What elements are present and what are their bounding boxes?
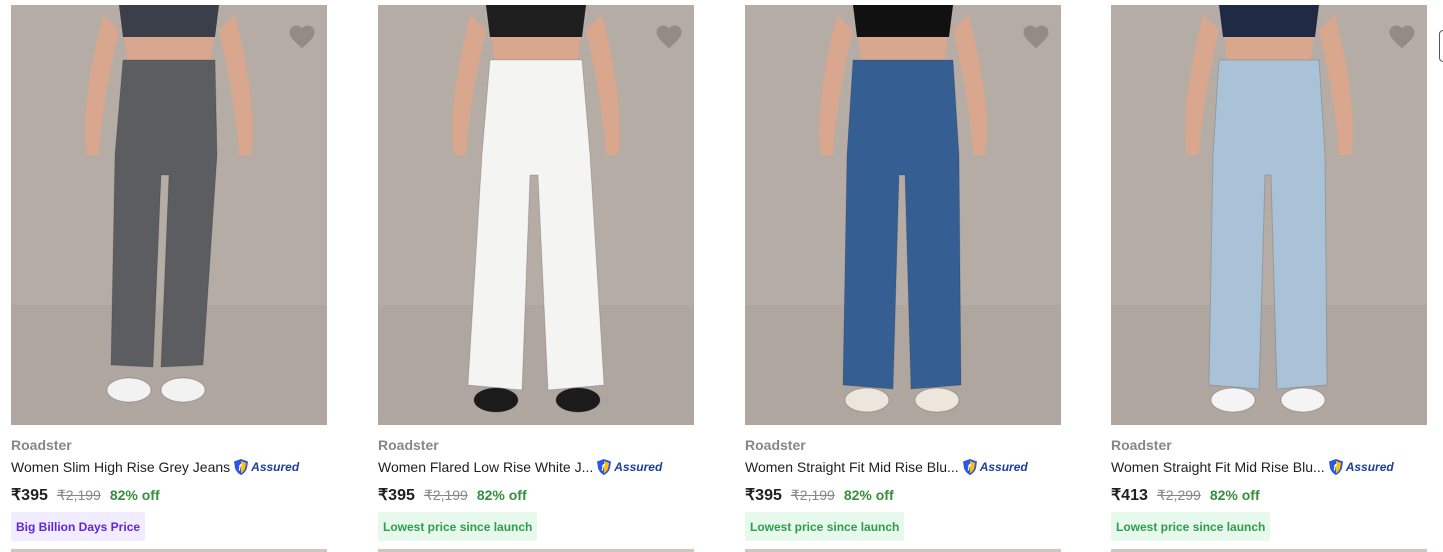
offer-badge: Lowest price since launch xyxy=(745,512,905,541)
assured-label: Assured xyxy=(979,460,1028,474)
assured-shield-icon: f xyxy=(234,459,249,475)
assured-shield-icon: f xyxy=(962,459,977,475)
original-price: ₹2,299 xyxy=(1156,487,1201,503)
product-title[interactable]: Women Flared Low Rise White J... xyxy=(378,459,593,475)
product-image[interactable] xyxy=(378,5,694,425)
price-row: ₹413 ₹2,299 82% off xyxy=(1111,485,1260,505)
discount-label: 82% off xyxy=(1209,487,1260,503)
assured-badge: f Assured xyxy=(1327,458,1394,476)
product-card[interactable]: Roadster Women Flared Low Rise White J..… xyxy=(378,0,694,552)
product-grid: Roadster Women Slim High Rise Grey Jeans… xyxy=(0,0,1443,552)
assured-badge: f Assured xyxy=(961,458,1028,476)
product-title-row: Women Flared Low Rise White J... f Assur… xyxy=(378,457,694,477)
assured-badge: f Assured xyxy=(232,458,299,476)
assured-shield-icon: f xyxy=(597,459,612,475)
heart-icon[interactable] xyxy=(1021,22,1051,52)
product-card[interactable]: Roadster Women Slim High Rise Grey Jeans… xyxy=(11,0,327,552)
discount-label: 82% off xyxy=(843,487,894,503)
product-brand: Roadster xyxy=(1111,437,1172,453)
offer-badge: Big Billion Days Price xyxy=(11,512,146,541)
assured-shield-icon: f xyxy=(1328,459,1343,475)
product-image[interactable] xyxy=(11,5,327,425)
product-photo-jeans xyxy=(745,5,1061,425)
product-title-row: Women Straight Fit Mid Rise Blu... f Ass… xyxy=(1111,457,1427,477)
offer-badge: Lowest price since launch xyxy=(1111,512,1271,541)
original-price: ₹2,199 xyxy=(423,487,468,503)
discount-label: 82% off xyxy=(109,487,160,503)
assured-label: Assured xyxy=(251,460,300,474)
heart-icon[interactable] xyxy=(654,22,684,52)
heart-icon[interactable] xyxy=(1387,22,1417,52)
product-brand: Roadster xyxy=(745,437,806,453)
product-card[interactable]: Roadster Women Straight Fit Mid Rise Blu… xyxy=(745,0,1061,552)
product-photo-jeans xyxy=(378,5,694,425)
original-price: ₹2,199 xyxy=(56,487,101,503)
product-photo-jeans xyxy=(1111,5,1427,425)
product-title-row: Women Straight Fit Mid Rise Blu... f Ass… xyxy=(745,457,1061,477)
product-title[interactable]: Women Straight Fit Mid Rise Blu... xyxy=(1111,459,1325,475)
price-row: ₹395 ₹2,199 82% off xyxy=(745,485,894,505)
product-image[interactable] xyxy=(1111,5,1427,425)
product-brand: Roadster xyxy=(378,437,439,453)
assured-label: Assured xyxy=(614,460,663,474)
selling-price: ₹395 xyxy=(378,487,415,504)
original-price: ₹2,199 xyxy=(790,487,835,503)
product-title[interactable]: Women Straight Fit Mid Rise Blu... xyxy=(745,459,959,475)
heart-icon[interactable] xyxy=(287,22,317,52)
discount-label: 82% off xyxy=(476,487,527,503)
price-row: ₹395 ₹2,199 82% off xyxy=(378,485,527,505)
offer-badge: Lowest price since launch xyxy=(378,512,538,541)
product-title[interactable]: Women Slim High Rise Grey Jeans xyxy=(11,459,230,475)
assured-label: Assured xyxy=(1345,460,1394,474)
product-card[interactable]: Roadster Women Straight Fit Mid Rise Blu… xyxy=(1111,0,1427,552)
product-photo-jeans xyxy=(11,5,327,425)
assured-badge: f Assured xyxy=(595,458,662,476)
selling-price: ₹395 xyxy=(745,487,782,504)
selling-price: ₹395 xyxy=(11,487,48,504)
scroll-next-button[interactable] xyxy=(1439,30,1443,62)
selling-price: ₹413 xyxy=(1111,487,1148,504)
product-brand: Roadster xyxy=(11,437,72,453)
product-image[interactable] xyxy=(745,5,1061,425)
price-row: ₹395 ₹2,199 82% off xyxy=(11,485,160,505)
product-title-row: Women Slim High Rise Grey Jeans f Assure… xyxy=(11,457,327,477)
